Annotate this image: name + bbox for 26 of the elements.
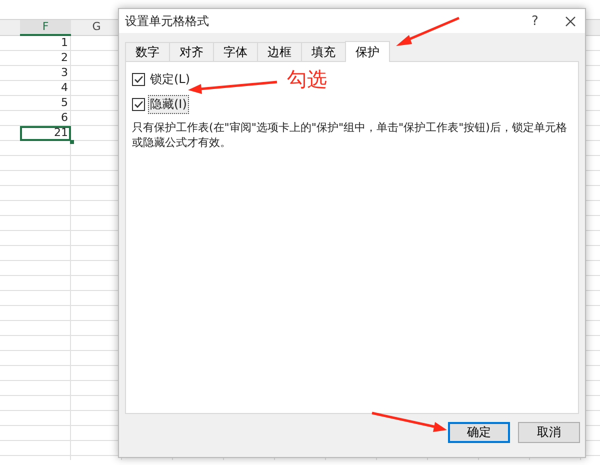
checkbox-label[interactable]: 锁定(L) (148, 70, 192, 89)
column-header[interactable]: F (20, 20, 71, 36)
table-cell[interactable]: 2 (20, 51, 71, 66)
table-cell[interactable]: 4 (20, 81, 71, 96)
table-cell[interactable]: 6 (20, 111, 71, 126)
column-header[interactable]: G (71, 20, 122, 36)
tab[interactable]: 数字 (125, 42, 170, 61)
close-icon[interactable] (564, 16, 576, 26)
checkbox[interactable] (132, 98, 145, 111)
checkbox-label[interactable]: 隐藏(I) (148, 95, 189, 114)
tab[interactable]: 对齐 (169, 42, 214, 61)
checkbox[interactable] (132, 73, 145, 86)
table-cell[interactable]: 21 (20, 126, 71, 141)
cancel-button[interactable]: 取消 (518, 422, 580, 443)
table-cell[interactable]: 3 (20, 66, 71, 81)
annotation-text: 勾选 (287, 66, 327, 93)
tab[interactable]: 字体 (213, 42, 258, 61)
arrow-annotation (396, 16, 460, 46)
table-cell[interactable]: 1 (20, 36, 71, 51)
tab[interactable]: 保护 (345, 41, 390, 62)
note-text: 只有保护工作表(在"审阅"选项卡上的"保护"组中，单击"保护工作表"按钮)后，锁定单元格或隐藏公式才有效。 (132, 120, 568, 150)
help-button[interactable]: ? (515, 12, 555, 30)
tab[interactable]: 填充 (301, 42, 346, 61)
table-cell[interactable]: 5 (20, 96, 71, 111)
dialog-title: 设置单元格格式 (125, 12, 210, 30)
ok-button[interactable]: 确定 (448, 422, 510, 443)
